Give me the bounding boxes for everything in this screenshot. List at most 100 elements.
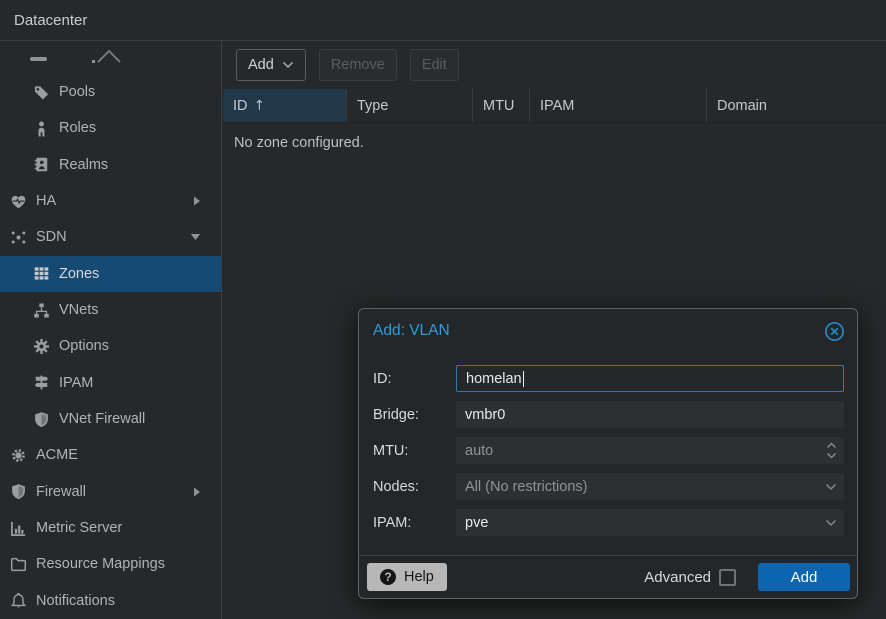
- sidebar-item-label: Firewall: [36, 484, 86, 500]
- sitemap-icon: [33, 302, 50, 319]
- field-row-mtu: MTU: auto: [373, 437, 844, 464]
- dialog-header[interactable]: Add: VLAN: [359, 309, 857, 353]
- close-button[interactable]: [824, 321, 845, 342]
- column-header-mtu[interactable]: MTU: [473, 89, 530, 122]
- sidebar-item-label: Notifications: [36, 593, 115, 609]
- sidebar-item-vnet-firewall[interactable]: VNet Firewall: [0, 401, 221, 437]
- grid-icon: [33, 265, 50, 282]
- shield-icon: [33, 411, 50, 428]
- sidebar-item-sdn[interactable]: SDN: [0, 219, 221, 255]
- column-label: MTU: [483, 98, 514, 114]
- column-label: IPAM: [540, 98, 574, 114]
- sidebar-item-acme[interactable]: ACME: [0, 437, 221, 473]
- remove-button[interactable]: Remove: [319, 49, 397, 81]
- advanced-label: Advanced: [644, 569, 711, 586]
- remove-button-label: Remove: [331, 57, 385, 73]
- column-label: ID: [233, 98, 248, 114]
- sidebar-item-partial[interactable]: [0, 41, 221, 74]
- sidebar-item-metric-server[interactable]: Metric Server: [0, 510, 221, 546]
- spinner-buttons[interactable]: [818, 437, 844, 464]
- sidebar-item-roles[interactable]: Roles: [0, 110, 221, 146]
- sidebar-item-label: HA: [36, 193, 56, 209]
- sidebar-item-label: Resource Mappings: [36, 556, 165, 572]
- id-input-value: homelan: [466, 371, 522, 387]
- mtu-placeholder: auto: [465, 443, 493, 459]
- chevron-right-icon[interactable]: [193, 486, 201, 497]
- mtu-spinner[interactable]: auto: [456, 437, 844, 464]
- sidebar-item-resource-mappings[interactable]: Resource Mappings: [0, 546, 221, 582]
- empty-table-message: No zone configured.: [223, 123, 886, 151]
- column-header-ipam[interactable]: IPAM: [530, 89, 707, 122]
- column-label: Type: [357, 98, 388, 114]
- help-button[interactable]: ? Help: [367, 563, 447, 591]
- id-input[interactable]: homelan: [456, 365, 844, 392]
- gear-icon: [33, 338, 50, 355]
- dialog-body: ID: homelan Bridge: vmbr0 MTU: auto: [359, 353, 857, 536]
- bridge-input-value: vmbr0: [465, 407, 505, 423]
- edit-button-label: Edit: [422, 57, 447, 73]
- dropdown-trigger[interactable]: [818, 473, 844, 500]
- nodes-placeholder: All (No restrictions): [465, 479, 587, 495]
- sidebar-item-realms[interactable]: Realms: [0, 147, 221, 183]
- nodes-select[interactable]: All (No restrictions): [456, 473, 844, 500]
- column-header-type[interactable]: Type: [347, 89, 473, 122]
- ipam-field-label: IPAM:: [373, 515, 456, 531]
- edit-button[interactable]: Edit: [410, 49, 459, 81]
- sidebar-item-ipam[interactable]: IPAM: [0, 365, 221, 401]
- user-icon: [33, 120, 50, 137]
- sidebar-item-firewall[interactable]: Firewall: [0, 474, 221, 510]
- nodes-field-label: Nodes:: [373, 479, 456, 495]
- chevron-right-icon[interactable]: [193, 196, 201, 207]
- sidebar-item-label: VNet Firewall: [59, 411, 145, 427]
- text-cursor: [523, 371, 525, 387]
- tag-icon: [33, 84, 50, 101]
- bridge-input[interactable]: vmbr0: [456, 401, 844, 428]
- sidebar-item-options[interactable]: Options: [0, 328, 221, 364]
- sidebar-item-label: Options: [59, 338, 109, 354]
- chevron-down-icon[interactable]: [190, 233, 201, 241]
- mtu-field-label: MTU:: [373, 443, 456, 459]
- sidebar-item-ha[interactable]: HA: [0, 183, 221, 219]
- map-signs-icon: [33, 374, 50, 391]
- address-book-icon: [33, 156, 50, 173]
- question-mark-icon: ?: [380, 569, 396, 585]
- add-button[interactable]: Add: [236, 49, 306, 81]
- page-title: Datacenter: [14, 12, 87, 29]
- add-button-label: Add: [248, 57, 274, 73]
- sidebar-item-notifications[interactable]: Notifications: [0, 583, 221, 619]
- field-row-ipam: IPAM: pve: [373, 509, 844, 536]
- ipam-select-value: pve: [465, 515, 488, 531]
- advanced-checkbox[interactable]: [719, 569, 736, 586]
- sidebar-item-label: VNets: [59, 302, 99, 318]
- spinner-up-icon[interactable]: [826, 442, 837, 449]
- shield-icon: [10, 483, 27, 500]
- heartbeat-icon: [10, 193, 27, 210]
- app-window: Datacenter Pools Roles Realms HA SDN: [0, 0, 886, 619]
- id-field-label: ID:: [373, 371, 456, 387]
- sidebar-item-vnets[interactable]: VNets: [0, 292, 221, 328]
- field-row-nodes: Nodes: All (No restrictions): [373, 473, 844, 500]
- dropdown-trigger[interactable]: [818, 509, 844, 536]
- column-header-domain[interactable]: Domain: [707, 89, 886, 122]
- sidebar-item-label: Zones: [59, 266, 99, 282]
- sidebar-item-pools[interactable]: Pools: [0, 74, 221, 110]
- bridge-field-label: Bridge:: [373, 407, 456, 423]
- sidebar-item-zones[interactable]: Zones: [0, 256, 221, 292]
- field-row-id: ID: homelan: [373, 365, 844, 392]
- column-label: Domain: [717, 98, 767, 114]
- sidebar-item-label: SDN: [36, 229, 67, 245]
- chevron-down-icon: [825, 483, 837, 491]
- submit-add-button[interactable]: Add: [758, 563, 850, 591]
- help-button-label: Help: [404, 569, 434, 585]
- header-bar: Datacenter: [0, 0, 886, 41]
- ipam-select[interactable]: pve: [456, 509, 844, 536]
- bar-chart-icon: [10, 520, 27, 537]
- column-header-id[interactable]: ID ↑: [223, 89, 347, 122]
- chevron-down-icon: [282, 61, 294, 69]
- sidebar-item-label: IPAM: [59, 375, 93, 391]
- add-vlan-dialog: Add: VLAN ID: homelan Bridge: vmbr0 M: [358, 308, 858, 599]
- dialog-title: Add: VLAN: [373, 322, 450, 340]
- sidebar-item-label: ACME: [36, 447, 78, 463]
- spinner-down-icon[interactable]: [826, 452, 837, 459]
- certificate-icon: [10, 447, 27, 464]
